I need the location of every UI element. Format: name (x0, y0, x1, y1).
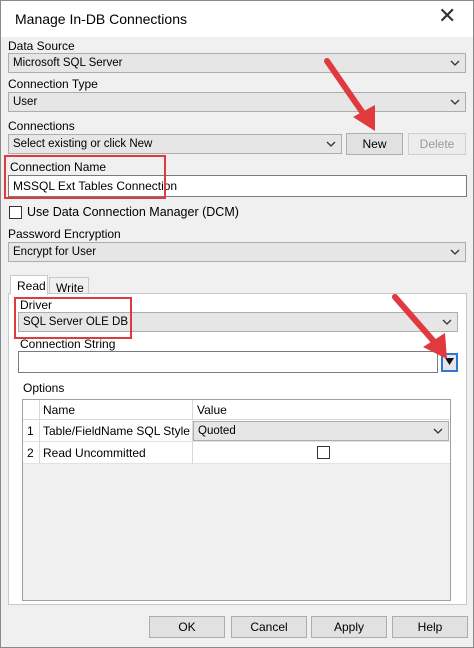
sql-style-select[interactable]: Quoted (193, 421, 449, 441)
chevron-down-icon (325, 137, 337, 151)
dcm-label: Use Data Connection Manager (DCM) (27, 205, 239, 219)
data-source-select[interactable]: Microsoft SQL Server (8, 53, 466, 73)
driver-select[interactable]: SQL Server OLE DB (18, 312, 458, 332)
connections-label: Connections (8, 119, 75, 133)
close-icon[interactable]: ✕ (438, 5, 456, 27)
chevron-down-icon (432, 424, 444, 438)
connection-type-label: Connection Type (8, 77, 98, 91)
driver-label: Driver (20, 298, 52, 312)
grid-header: Name Value (23, 400, 450, 420)
column-header-value[interactable]: Value (197, 400, 227, 422)
connection-name-label: Connection Name (10, 160, 107, 174)
caret-down-icon (445, 358, 454, 365)
ok-button[interactable]: OK (149, 616, 225, 638)
data-source-label: Data Source (8, 39, 75, 53)
chevron-down-icon (441, 315, 453, 329)
cancel-button[interactable]: Cancel (231, 616, 307, 638)
password-encryption-select[interactable]: Encrypt for User (8, 242, 466, 262)
driver-value: SQL Server OLE DB (23, 316, 129, 328)
tab-read[interactable]: Read (10, 275, 48, 295)
sql-style-value: Quoted (198, 425, 236, 437)
options-grid: Name Value 1 Table/FieldName SQL Style Q… (22, 399, 451, 601)
table-row[interactable]: 2 Read Uncommitted (23, 442, 450, 464)
connection-name-value: MSSQL Ext Tables Connection (13, 179, 178, 193)
row-index: 1 (27, 424, 34, 438)
chevron-down-icon (449, 56, 461, 70)
connections-select[interactable]: Select existing or click New (8, 134, 342, 154)
help-button[interactable]: Help (392, 616, 468, 638)
option-name: Table/FieldName SQL Style (43, 424, 190, 438)
dialog-window: Manage In-DB Connections ✕ Data Source M… (0, 0, 474, 648)
connections-value: Select existing or click New (13, 138, 153, 150)
column-divider (192, 400, 193, 464)
dcm-checkbox[interactable] (9, 206, 22, 219)
row-index: 2 (27, 446, 34, 460)
connection-name-input[interactable]: MSSQL Ext Tables Connection (8, 175, 467, 197)
password-encryption-value: Encrypt for User (13, 246, 97, 258)
delete-connection-button[interactable]: Delete (408, 133, 466, 155)
read-uncommitted-checkbox[interactable] (317, 446, 330, 459)
table-row[interactable]: 1 Table/FieldName SQL Style Quoted (23, 420, 450, 442)
chevron-down-icon (449, 245, 461, 259)
connection-string-label: Connection String (20, 337, 116, 351)
connection-string-input[interactable] (18, 351, 438, 373)
connection-type-value: User (13, 96, 38, 108)
title-bar: Manage In-DB Connections ✕ (1, 1, 473, 37)
new-connection-button[interactable]: New (346, 133, 403, 155)
chevron-down-icon (449, 95, 461, 109)
connection-type-select[interactable]: User (8, 92, 466, 112)
column-header-name[interactable]: Name (43, 400, 75, 422)
password-encryption-label: Password Encryption (8, 227, 121, 241)
window-title: Manage In-DB Connections (15, 11, 187, 27)
option-name: Read Uncommitted (43, 446, 146, 460)
apply-button[interactable]: Apply (311, 616, 387, 638)
connection-string-dropdown-button[interactable] (441, 353, 458, 372)
column-divider (39, 400, 40, 464)
options-label: Options (23, 381, 65, 395)
data-source-value: Microsoft SQL Server (13, 57, 123, 69)
